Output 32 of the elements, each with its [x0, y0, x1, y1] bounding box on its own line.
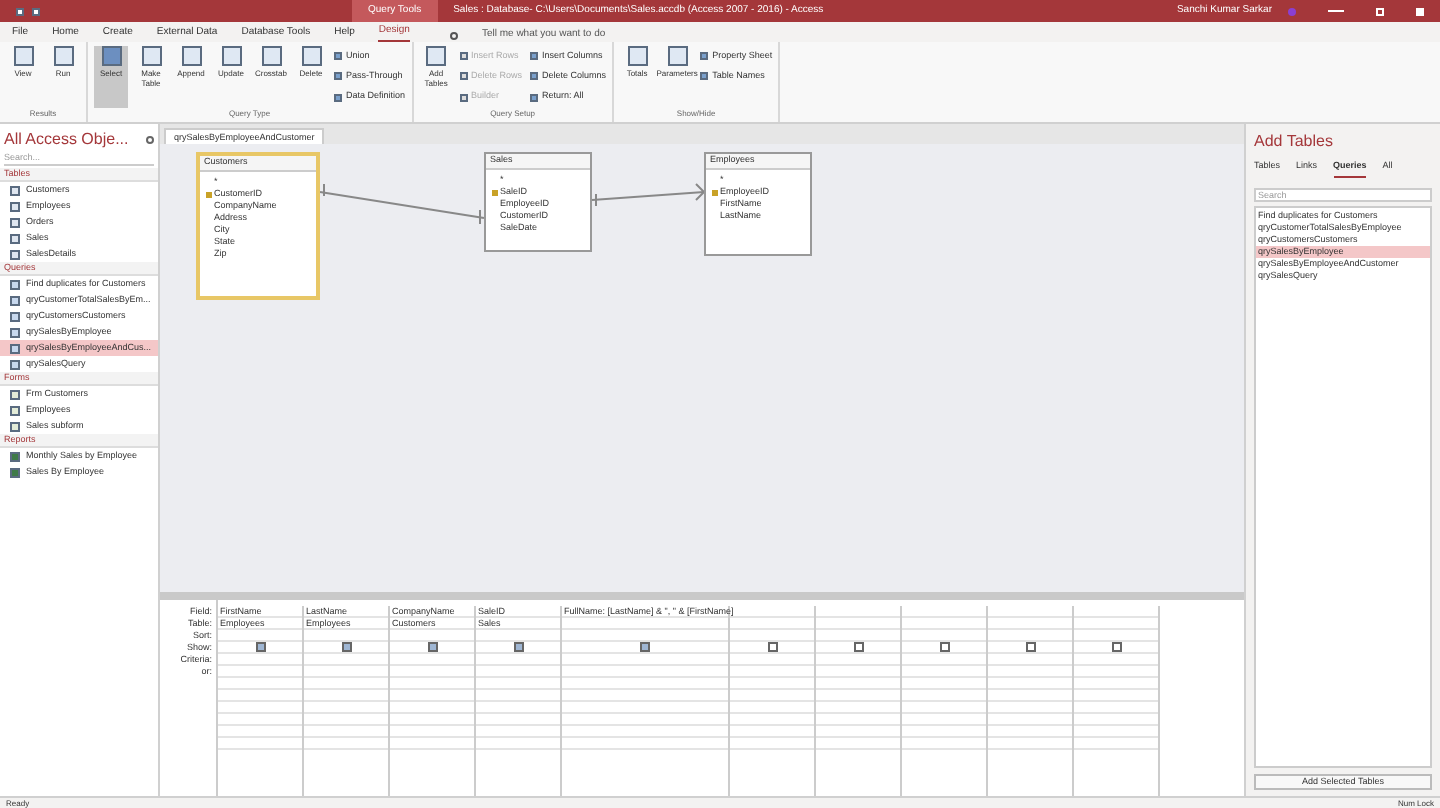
- show-checkbox[interactable]: [767, 642, 777, 652]
- query-icon: [667, 46, 688, 66]
- relationship-line: [591, 183, 706, 207]
- show-checkbox[interactable]: [513, 642, 523, 652]
- command-icon: [530, 93, 539, 102]
- show-checkbox[interactable]: [427, 642, 437, 652]
- command-icon: [459, 72, 468, 81]
- query-icon: [627, 46, 648, 66]
- show-checkbox[interactable]: [640, 642, 650, 652]
- command-icon: [700, 72, 709, 81]
- command-icon: [530, 52, 539, 61]
- show-checkbox[interactable]: [853, 642, 863, 652]
- command-icon: [334, 72, 342, 81]
- command-icon: [530, 72, 539, 81]
- search-icon: [449, 32, 458, 40]
- nav-menu-icon[interactable]: [146, 136, 154, 144]
- maximize-button[interactable]: [1376, 7, 1384, 15]
- query-icon: [426, 46, 447, 66]
- user-avatar: [1288, 7, 1296, 15]
- pane-title: Add Tables: [1254, 130, 1335, 154]
- show-checkbox[interactable]: [1025, 642, 1035, 652]
- command-icon: [334, 93, 342, 102]
- show-checkbox[interactable]: [341, 642, 351, 652]
- command-icon: [459, 52, 468, 61]
- command-icon: [700, 52, 709, 61]
- show-checkbox[interactable]: [939, 642, 949, 652]
- show-checkbox[interactable]: [1111, 642, 1121, 652]
- show-checkbox[interactable]: [255, 642, 265, 652]
- command-icon: [334, 52, 342, 61]
- command-icon: [459, 93, 468, 102]
- nav-title: All Access Obje...: [4, 128, 129, 152]
- close-button[interactable]: [1416, 7, 1424, 15]
